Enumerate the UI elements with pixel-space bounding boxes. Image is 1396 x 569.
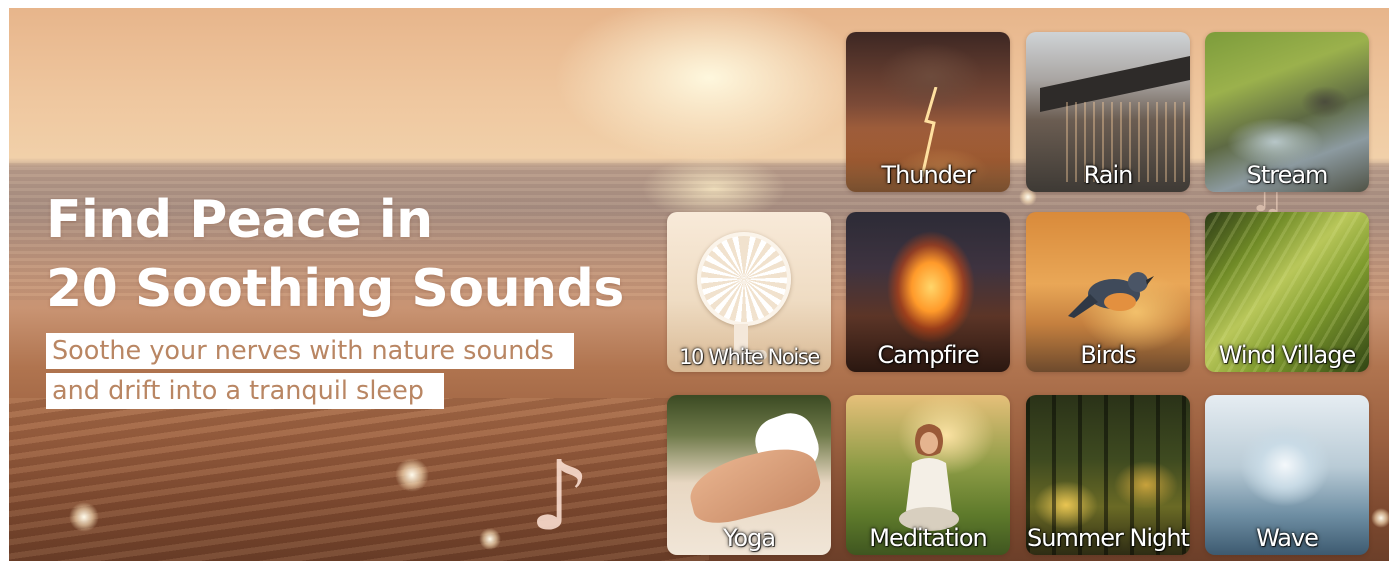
tile-label: Wave: [1256, 524, 1319, 552]
sound-tile-wind-village[interactable]: Wind Village: [1205, 212, 1369, 372]
subtitle-line-2: and drift into a tranquil sleep: [46, 373, 444, 409]
tile-label: Yoga: [722, 524, 776, 552]
sparkle-glow: [1371, 508, 1389, 528]
tile-label: Summer Night: [1027, 524, 1190, 552]
tile-label: Meditation: [869, 524, 987, 552]
sound-tile-campfire[interactable]: Campfire: [846, 212, 1010, 372]
tile-label: Birds: [1080, 341, 1136, 369]
music-note-icon: ♪: [529, 440, 591, 552]
promo-banner: ♪ ♫ Find Peace in 20 Soothing Sounds Soo…: [9, 8, 1389, 561]
tile-label: Thunder: [881, 161, 975, 189]
sound-tile-white-noise[interactable]: 10 White Noise: [667, 212, 831, 372]
headline: Find Peace in 20 Soothing Sounds: [46, 186, 624, 324]
sound-tile-rain[interactable]: Rain: [1026, 32, 1190, 192]
meditation-icon: [899, 424, 959, 531]
tile-label: Rain: [1083, 161, 1134, 189]
sound-tile-thunder[interactable]: Thunder: [846, 32, 1010, 192]
tile-label: 10 White Noise: [679, 345, 820, 369]
sparkle-glow: [479, 528, 501, 550]
sparkle-glow: [395, 458, 429, 492]
sound-tile-birds[interactable]: Birds: [1026, 212, 1190, 372]
sand-background: [9, 398, 709, 561]
tile-label: Campfire: [877, 341, 979, 369]
headline-line-1: Find Peace in: [46, 190, 433, 250]
sound-tile-wave[interactable]: Wave: [1205, 395, 1369, 555]
bird-icon: [1068, 272, 1154, 318]
tile-label: Wind Village: [1218, 341, 1357, 369]
fan-icon: [697, 232, 791, 326]
sound-tile-yoga[interactable]: Yoga: [667, 395, 831, 555]
sound-tile-meditation[interactable]: Meditation: [846, 395, 1010, 555]
sound-tile-summer-night[interactable]: Summer Night: [1026, 395, 1190, 555]
headline-line-2: 20 Soothing Sounds: [46, 259, 624, 319]
yoga-icon: [683, 440, 825, 530]
sound-tile-stream[interactable]: Stream: [1205, 32, 1369, 192]
subtitle: Soothe your nerves with nature sounds an…: [46, 333, 574, 409]
sparkle-glow: [69, 502, 99, 532]
subtitle-line-1: Soothe your nerves with nature sounds: [46, 333, 574, 369]
tile-label: Stream: [1246, 161, 1329, 189]
